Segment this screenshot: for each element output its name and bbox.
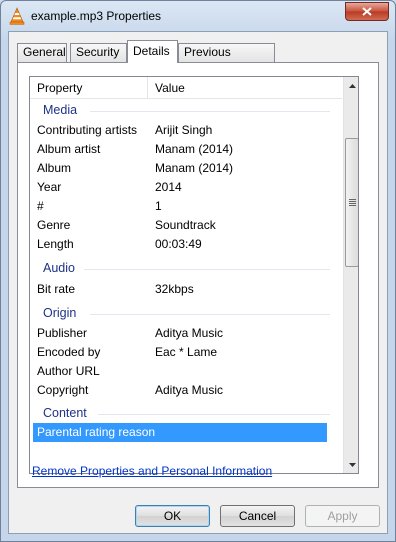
tab-details[interactable]: Details: [127, 40, 178, 63]
scroll-thumb[interactable]: [345, 138, 358, 267]
property-value: Aditya Music: [155, 383, 224, 397]
close-icon: [362, 7, 372, 16]
property-name: Bit rate: [37, 282, 76, 296]
list-item[interactable]: Bit rate 32kbps: [30, 280, 342, 299]
property-name: Author URL: [37, 364, 100, 378]
list-item[interactable]: Publisher Aditya Music: [30, 324, 342, 343]
group-label: Origin: [43, 306, 77, 320]
property-value: 2014: [155, 180, 182, 194]
properties-list[interactable]: Property Value Media Contributing artist…: [29, 76, 359, 474]
property-value: Eac * Lame: [155, 345, 218, 359]
property-name: Contributing artists: [37, 123, 138, 137]
tab-previous-versions[interactable]: Previous Versions: [178, 43, 275, 76]
list-item[interactable]: Genre Soundtrack: [30, 216, 342, 235]
property-name: Encoded by: [37, 345, 101, 359]
property-value: Aditya Music: [155, 326, 224, 340]
vlc-cone-icon: [9, 7, 25, 25]
property-value: 32kbps: [155, 282, 194, 296]
group-label: Audio: [43, 261, 75, 275]
group-divider: [84, 269, 330, 270]
list-item[interactable]: Encoded by Eac * Lame: [30, 343, 342, 362]
group-label: Media: [43, 103, 78, 117]
property-name: Genre: [37, 218, 71, 232]
group-origin: Origin: [30, 304, 342, 323]
property-name: Publisher: [37, 326, 88, 340]
list-item[interactable]: Length 00:03:49: [30, 235, 342, 254]
property-value: Manam (2014): [155, 142, 234, 156]
property-name: #: [37, 199, 44, 213]
list-header: Property Value: [30, 77, 342, 99]
list-item[interactable]: Contributing artists Arijit Singh: [30, 121, 342, 140]
property-name: Copyright: [37, 383, 89, 397]
list-item[interactable]: Year 2014: [30, 178, 342, 197]
scroll-down-arrow[interactable]: [344, 456, 358, 473]
cancel-button[interactable]: Cancel: [220, 505, 295, 527]
tab-general[interactable]: General: [17, 43, 67, 62]
property-value: Soundtrack: [155, 218, 216, 232]
property-name: Album artist: [37, 142, 101, 156]
title-bar[interactable]: example.mp3 Properties: [1, 1, 395, 31]
property-value: 1: [155, 199, 162, 213]
property-name: Length: [37, 237, 74, 251]
group-audio: Audio: [30, 259, 342, 278]
vertical-scrollbar[interactable]: [343, 77, 358, 473]
tab-security[interactable]: Security: [70, 43, 127, 62]
property-value: Arijit Singh: [155, 123, 213, 137]
group-divider: [90, 314, 330, 315]
property-name: Parental rating reason: [37, 425, 156, 439]
scroll-up-arrow[interactable]: [344, 77, 358, 94]
properties-window: example.mp3 Properties General Security …: [0, 0, 396, 542]
group-divider: [90, 111, 330, 112]
window-title: example.mp3 Properties: [31, 9, 162, 23]
column-divider[interactable]: [147, 77, 148, 99]
dialog-body: General Security Details Previous Versio…: [8, 31, 388, 534]
property-value: 00:03:49: [155, 237, 202, 251]
chevron-down-icon: [348, 462, 356, 467]
ok-button[interactable]: OK: [135, 505, 210, 527]
grip-icon: [348, 199, 356, 206]
apply-button[interactable]: Apply: [305, 505, 380, 527]
group-media: Media: [30, 101, 342, 120]
property-value: Manam (2014): [155, 161, 234, 175]
property-name: Year: [37, 180, 62, 194]
group-content: Content: [30, 404, 342, 423]
group-divider: [98, 414, 330, 415]
column-header-value[interactable]: Value: [155, 81, 185, 95]
remove-properties-link[interactable]: Remove Properties and Personal Informati…: [32, 464, 272, 478]
list-item-selected[interactable]: Parental rating reason: [33, 423, 327, 442]
property-name: Album: [37, 161, 72, 175]
list-item[interactable]: Album artist Manam (2014): [30, 140, 342, 159]
column-header-property[interactable]: Property: [37, 81, 82, 95]
list-item[interactable]: Author URL: [30, 362, 342, 381]
list-item[interactable]: # 1: [30, 197, 342, 216]
close-button[interactable]: [345, 2, 389, 21]
details-panel: Property Value Media Contributing artist…: [17, 62, 379, 488]
chevron-up-icon: [348, 83, 356, 88]
list-item[interactable]: Copyright Aditya Music: [30, 381, 342, 400]
group-label: Content: [43, 406, 87, 420]
list-item[interactable]: Album Manam (2014): [30, 159, 342, 178]
